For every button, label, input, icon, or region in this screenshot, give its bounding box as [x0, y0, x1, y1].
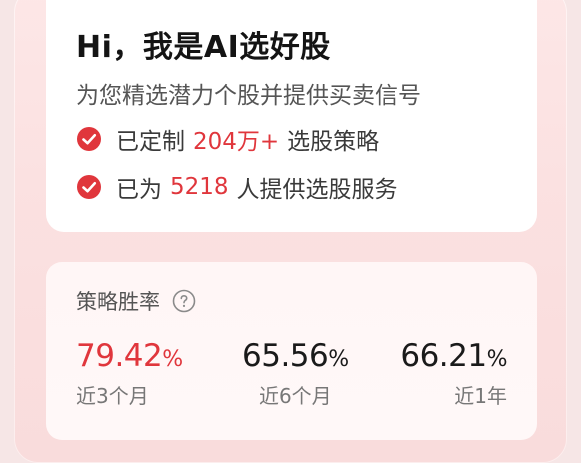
feature-suffix: 选股策略: [287, 129, 380, 155]
feature-strategies: 已定制 204万+ 选股策略: [76, 124, 380, 155]
stat-6-months: 65.56% 近6个月: [242, 338, 349, 409]
check-circle-icon: [77, 127, 101, 151]
stat-1-year: 66.21% 近1年: [400, 338, 507, 409]
stat-label: 近3个月: [76, 384, 149, 408]
win-rate-header: 策略胜率: [76, 286, 196, 316]
stat-number: 66.21: [400, 338, 487, 374]
feature-suffix: 人提供选股服务: [236, 177, 398, 203]
stat-3-months: 79.42% 近3个月: [76, 338, 183, 409]
stat-unit: %: [328, 347, 349, 372]
stat-value: 65.56%: [242, 338, 349, 374]
stat-number: 79.42: [76, 338, 163, 374]
stat-value: 66.21%: [400, 338, 507, 374]
intro-title: Hi，我是AI选好股: [76, 30, 331, 65]
stat-unit: %: [486, 347, 508, 372]
stat-number: 65.56: [242, 338, 329, 374]
feature-prefix: 已定制: [116, 129, 185, 155]
win-rate-title: 策略胜率: [76, 290, 160, 314]
stat-value: 79.42%: [76, 338, 183, 374]
intro-subtitle: 为您精选潜力个股并提供买卖信号: [76, 83, 421, 109]
win-rate-card: 策略胜率 79.42% 近3个月 65.56% 近6个月 66.21% 近1年: [46, 262, 537, 440]
feature-highlight: 204万+: [193, 129, 280, 155]
feature-highlight: 5218: [170, 174, 229, 200]
feature-prefix: 已为: [116, 177, 162, 203]
stat-label: 近6个月: [258, 384, 332, 408]
stat-unit: %: [162, 347, 183, 372]
stat-label: 近1年: [454, 384, 507, 408]
check-circle-icon: [77, 175, 101, 199]
intro-card: Hi，我是AI选好股 为您精选潜力个股并提供买卖信号 已定制 204万+ 选股策…: [46, 0, 537, 232]
question-circle-icon[interactable]: [172, 289, 196, 313]
feature-users-served: 已为 5218 人提供选股服务: [76, 172, 398, 203]
